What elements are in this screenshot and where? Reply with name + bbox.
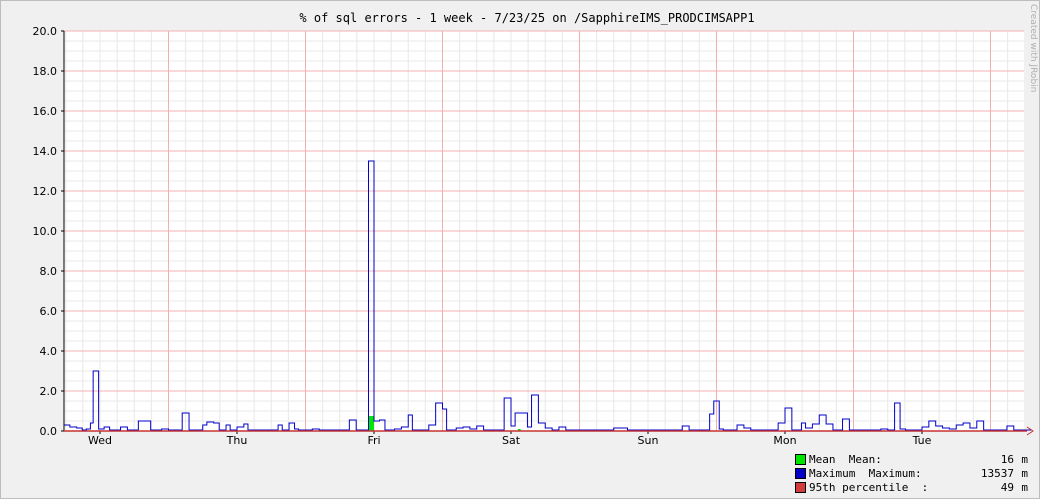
x-axis-arrow (1026, 426, 1034, 436)
chart: % of sql errors - 1 week - 7/23/25 on /S… (33, 4, 1039, 447)
y-tick-label: 20.0 (33, 25, 58, 38)
y-tick-label: 14.0 (33, 145, 58, 158)
y-tick-label: 6.0 (40, 305, 58, 318)
legend-item: Maximum Maximum: 13537 m (795, 466, 1028, 480)
chart-title: % of sql errors - 1 week - 7/23/25 on /S… (299, 11, 754, 25)
y-tick-label: 2.0 (40, 385, 58, 398)
x-tick-label: Thu (226, 434, 248, 447)
legend-item: 95th percentile : 49 m (795, 480, 1028, 494)
legend-swatch (795, 481, 806, 493)
y-tick-label: 12.0 (33, 185, 58, 198)
legend-item: Mean Mean: 16 m (795, 452, 1028, 466)
legend-value: 13537 (980, 466, 1014, 480)
mean-bar (368, 416, 374, 431)
x-tick-label: Fri (367, 434, 380, 447)
legend-label: Mean Mean: (809, 452, 882, 466)
legend-unit: m (1021, 480, 1028, 494)
x-tick-label: Tue (912, 434, 932, 447)
y-tick-label: 16.0 (33, 105, 58, 118)
x-tick-label: Mon (773, 434, 796, 447)
legend-label: 95th percentile : (809, 480, 929, 494)
watermark: Created with JRobin (1028, 4, 1038, 92)
legend-value: 49 (1000, 480, 1014, 494)
y-tick-label: 18.0 (33, 65, 58, 78)
legend-swatch (795, 453, 806, 465)
y-tick-label: 4.0 (40, 345, 58, 358)
legend-unit: m (1021, 466, 1028, 480)
plot-area: 0.0 2.0 4.0 6.0 8.0 10.0 12.0 14.0 16.0 18.0 20.0 W… (33, 25, 1034, 447)
legend-label: Maximum Maximum: (809, 466, 922, 480)
legend-unit: m (1021, 452, 1028, 466)
legend-swatch (795, 467, 806, 479)
x-tick-label: Wed (88, 434, 112, 447)
y-tick-label: 0.0 (40, 425, 58, 438)
y-tick-label: 10.0 (33, 225, 58, 238)
y-tick-label: 8.0 (40, 265, 58, 278)
legend-value: 16 (1000, 452, 1014, 466)
legend: Mean Mean: 16 m Maximum Maximum: 13537 m 95th … (795, 452, 1028, 494)
x-tick-label: Sun (638, 434, 659, 447)
x-tick-label: Sat (502, 434, 521, 447)
